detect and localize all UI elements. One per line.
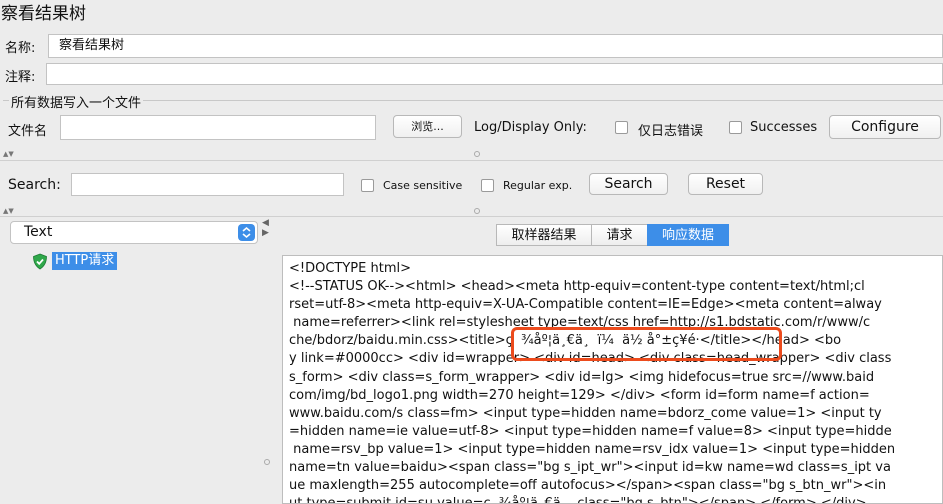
- browse-button[interactable]: 浏览...: [393, 115, 462, 138]
- split-collapse-icon[interactable]: ◀ ▶: [262, 218, 269, 238]
- tab-request[interactable]: 请求: [591, 224, 648, 246]
- errors-only-label: 仅日志错误: [638, 124, 704, 139]
- renderer-select-value: Text: [24, 224, 53, 240]
- response-line: com/img/bd_logo1.png width=270 height=12…: [289, 387, 870, 403]
- split-handle-icon[interactable]: [474, 208, 480, 214]
- tab-sampler-result[interactable]: 取样器结果: [496, 224, 592, 246]
- highlight-annotation-box: [511, 327, 782, 361]
- case-sensitive-checkbox[interactable]: [361, 179, 374, 192]
- split-handle-icon[interactable]: [474, 151, 480, 157]
- comment-label: 注释:: [5, 70, 36, 85]
- split-handle-icon[interactable]: [264, 459, 270, 465]
- search-label: Search:: [8, 177, 61, 193]
- tree-item-http-request[interactable]: HTTP请求: [52, 252, 118, 270]
- filename-input[interactable]: [60, 115, 376, 140]
- collapse-arrows-icon[interactable]: ▲▼: [3, 207, 14, 215]
- divider: [0, 216, 943, 217]
- name-label: 名称:: [5, 41, 36, 56]
- result-tree: HTTP请求: [0, 248, 260, 504]
- regex-checkbox[interactable]: [481, 179, 494, 192]
- successes-checkbox[interactable]: [729, 121, 742, 134]
- log-display-label: Log/Display Only:: [474, 120, 587, 135]
- response-line: name=rsv_bp value=1> <input type=hidden …: [289, 441, 896, 457]
- shield-check-icon: [32, 253, 48, 274]
- collapse-arrows-icon[interactable]: ▲▼: [3, 150, 14, 158]
- divider: [0, 160, 943, 161]
- renderer-select[interactable]: Text: [10, 221, 258, 244]
- errors-only-checkbox[interactable]: [615, 121, 628, 134]
- file-group-legend: 所有数据写入一个文件: [9, 92, 144, 111]
- response-line: <!--STATUS OK--><html> <head><meta http-…: [289, 279, 865, 295]
- name-field[interactable]: 察看结果树: [48, 34, 943, 58]
- response-line: ut type=submit id=su value=ç ¾åº¦ä¸€ä cl…: [289, 496, 867, 504]
- response-line: rset=utf-8><meta http-equiv=X-UA-Compati…: [289, 297, 882, 313]
- comment-field[interactable]: [46, 63, 943, 85]
- tab-response-data[interactable]: 响应数据: [647, 224, 729, 246]
- response-data-text[interactable]: <!DOCTYPE html> <!--STATUS OK--><html> <…: [282, 255, 943, 504]
- regex-label: Regular exp.: [503, 179, 573, 192]
- chevron-updown-icon[interactable]: [238, 224, 255, 241]
- response-lines: <!DOCTYPE html> <!--STATUS OK--><html> <…: [289, 260, 896, 504]
- name-field-value: 察看结果树: [59, 38, 125, 53]
- response-line: <!DOCTYPE html>: [289, 261, 411, 276]
- response-line: =hidden name=ie value=utf-8> <input type…: [289, 423, 892, 439]
- search-button[interactable]: Search: [589, 173, 668, 195]
- response-line: s_form> <div class=s_form_wrapper> <div …: [289, 369, 875, 385]
- case-sensitive-label: Case sensitive: [383, 179, 463, 192]
- window-title: 察看结果树: [1, 4, 86, 24]
- filename-label: 文件名: [8, 124, 48, 139]
- response-line: name=tn value=baidu><span class="bg s_ip…: [289, 460, 891, 476]
- successes-label: Successes: [750, 120, 818, 135]
- response-line: www.baidu.com/s class=fm> <input type=hi…: [289, 405, 882, 421]
- search-input[interactable]: [71, 173, 344, 196]
- response-line: ue maxlength=255 autocomplete=off autofo…: [289, 478, 887, 494]
- reset-button[interactable]: Reset: [688, 173, 763, 195]
- configure-button[interactable]: Configure: [829, 115, 941, 139]
